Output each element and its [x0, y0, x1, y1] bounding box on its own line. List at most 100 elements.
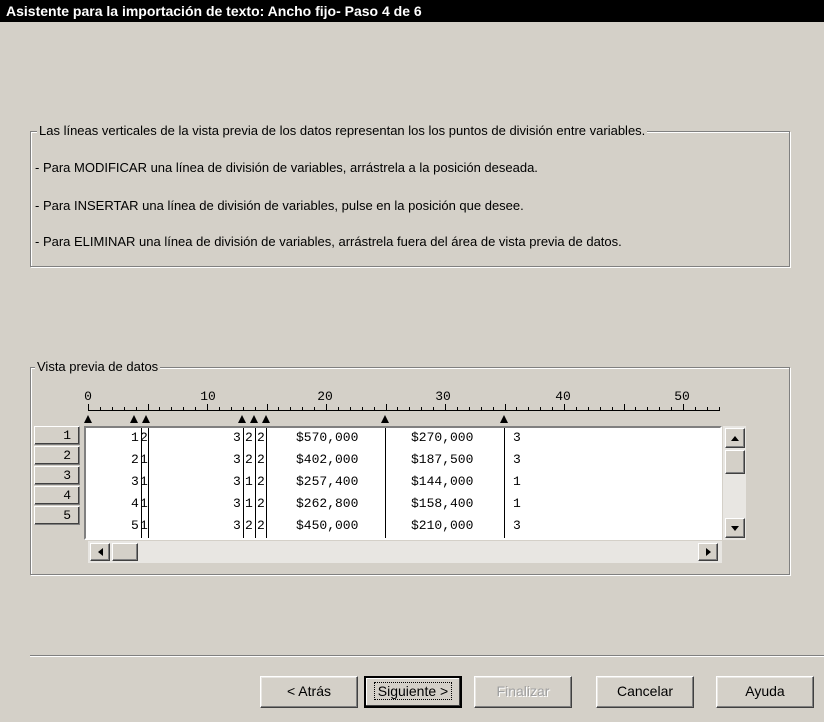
ruler-tick: [433, 407, 434, 410]
split-marker-icon[interactable]: [84, 415, 92, 423]
instruction-delete: - Para ELIMINAR una línea de división de…: [35, 234, 622, 249]
ruler-tick: [707, 407, 708, 410]
instruction-modify: - Para MODIFICAR una línea de división d…: [35, 160, 538, 175]
split-line[interactable]: [385, 428, 386, 538]
cell: 1: [513, 496, 521, 511]
cell: $158,400: [411, 496, 474, 511]
ruler-baseline: [88, 410, 720, 411]
row-number-column: 1 2 3 4 5: [34, 426, 80, 526]
row-number: 4: [34, 486, 80, 505]
ruler-tick: [112, 407, 113, 410]
ruler-tick: [397, 407, 398, 410]
scroll-up-button[interactable]: [725, 428, 745, 448]
ruler-tick: [540, 407, 541, 410]
ruler-tick: [457, 407, 458, 410]
split-marker-icon[interactable]: [142, 415, 150, 423]
cell: 5: [131, 518, 139, 533]
ruler-tick: [88, 404, 89, 410]
split-marker-icon[interactable]: [262, 415, 270, 423]
instruction-insert: - Para INSERTAR una línea de división de…: [35, 198, 524, 213]
split-marker-icon[interactable]: [250, 415, 258, 423]
ruler-tick: [635, 407, 636, 410]
back-button[interactable]: < Atrás: [260, 676, 358, 708]
window-title: Asistente para la importación de texto: …: [0, 0, 824, 22]
ruler-tick: [481, 407, 482, 410]
ruler-tick: [624, 404, 625, 410]
cell: 2: [257, 430, 265, 445]
ruler-tick: [243, 407, 244, 410]
ruler-tick: [136, 407, 137, 410]
scroll-left-button[interactable]: [90, 543, 110, 561]
data-preview-label: Vista previa de datos: [35, 359, 161, 374]
vertical-scroll-thumb[interactable]: [725, 450, 745, 474]
horizontal-scrollbar[interactable]: [88, 541, 722, 563]
cell: 2: [257, 474, 265, 489]
column-ruler[interactable]: 0 10 20 30 40 50: [84, 389, 720, 429]
row-number: 2: [34, 446, 80, 465]
cell: $270,000: [411, 430, 474, 445]
ruler-tick: [362, 407, 363, 410]
ruler-tick: [100, 407, 101, 410]
cell: $210,000: [411, 518, 474, 533]
ruler-tick: [445, 404, 446, 410]
data-preview-grid[interactable]: 1 2 3 2 2 $570,000 $270,000 3 2 1 3 2 2 …: [84, 426, 722, 540]
finish-button[interactable]: Finalizar: [474, 676, 572, 708]
ruler-label-10: 10: [200, 389, 216, 404]
split-line[interactable]: [266, 428, 267, 538]
ruler-tick: [386, 404, 387, 410]
footer-separator: [30, 655, 824, 657]
ruler-tick: [314, 407, 315, 410]
ruler-tick: [374, 407, 375, 410]
instructions-heading: Las líneas verticales de la vista previa…: [37, 123, 648, 138]
split-marker-icon[interactable]: [381, 415, 389, 423]
ruler-tick: [302, 407, 303, 410]
ruler-tick: [195, 407, 196, 410]
ruler-tick: [564, 404, 565, 410]
cell: 1: [140, 474, 148, 489]
cell: 2: [257, 518, 265, 533]
ruler-tick: [183, 407, 184, 410]
cell: 2: [257, 496, 265, 511]
ruler-tick: [505, 404, 506, 410]
cell: $402,000: [296, 452, 359, 467]
down-arrow-icon: [731, 525, 739, 531]
left-arrow-icon: [97, 548, 103, 556]
vertical-scrollbar[interactable]: [722, 426, 746, 540]
ruler-label-40: 40: [555, 389, 571, 404]
ruler-tick: [278, 407, 279, 410]
ruler-tick: [231, 407, 232, 410]
cell: 3: [233, 518, 241, 533]
split-line[interactable]: [243, 428, 244, 538]
cell: 1: [131, 430, 139, 445]
cell: 1: [245, 496, 253, 511]
next-button[interactable]: Siguiente >: [364, 676, 462, 708]
cell: 2: [245, 430, 253, 445]
ruler-tick: [148, 404, 149, 410]
horizontal-scroll-thumb[interactable]: [112, 543, 138, 561]
help-button[interactable]: Ayuda: [716, 676, 814, 708]
ruler-tick: [493, 407, 494, 410]
split-line[interactable]: [504, 428, 505, 538]
cell: 3: [513, 430, 521, 445]
ruler-tick: [469, 407, 470, 410]
cell: 1: [513, 474, 521, 489]
cell: $570,000: [296, 430, 359, 445]
split-marker-icon[interactable]: [238, 415, 246, 423]
cell: 3: [513, 452, 521, 467]
split-line[interactable]: [255, 428, 256, 538]
cell: 3: [131, 474, 139, 489]
ruler-tick: [338, 407, 339, 410]
scroll-right-button[interactable]: [698, 543, 718, 561]
split-marker-icon[interactable]: [500, 415, 508, 423]
cell: $257,400: [296, 474, 359, 489]
next-button-label: Siguiente >: [373, 682, 453, 700]
up-arrow-icon: [731, 435, 739, 441]
cancel-button[interactable]: Cancelar: [596, 676, 694, 708]
cell: $262,800: [296, 496, 359, 511]
ruler-tick: [683, 404, 684, 410]
scroll-down-button[interactable]: [725, 518, 745, 538]
ruler-label-20: 20: [317, 389, 333, 404]
split-line[interactable]: [148, 428, 149, 538]
split-marker-icon[interactable]: [130, 415, 138, 423]
cell: 2: [140, 430, 148, 445]
